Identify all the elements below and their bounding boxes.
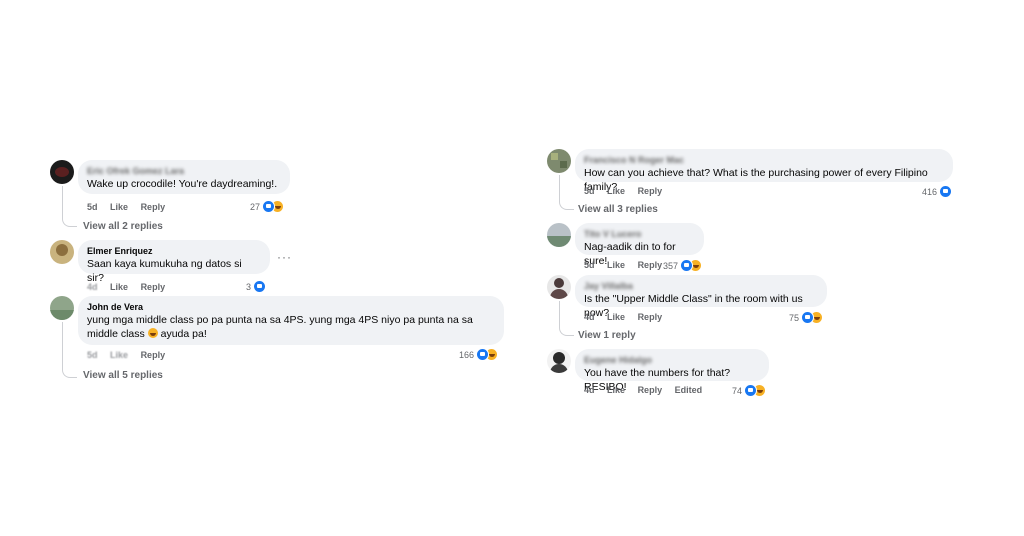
view-replies-link[interactable]: View 1 reply	[578, 330, 636, 341]
comment-author[interactable]: Eric Ofrek Gomez Lara	[87, 165, 281, 177]
comment-timestamp[interactable]: 4d	[87, 282, 98, 292]
comment-timestamp[interactable]: 5d	[584, 186, 595, 196]
reaction-count: 27	[250, 201, 261, 212]
comment-author[interactable]: Francisco N Roger Mac	[584, 154, 944, 166]
more-options-button[interactable]: ···	[277, 250, 292, 264]
reaction-summary[interactable]: 75	[789, 311, 824, 324]
comment-text: yung mga middle class po pa punta na sa …	[87, 314, 473, 326]
comment-actions: 4d Like Reply Edited	[584, 385, 712, 395]
like-reaction-icon	[801, 311, 815, 324]
like-reaction-icon	[939, 185, 953, 198]
reply-button[interactable]: Reply	[638, 260, 663, 270]
comment-bubble: Francisco N Roger Mac How can you achiev…	[575, 149, 953, 193]
avatar[interactable]	[547, 149, 571, 173]
comment-author[interactable]: Tito V Lucero	[584, 228, 695, 240]
reply-thread-line	[559, 175, 574, 210]
comment-actions: 4d Like Reply	[584, 312, 672, 322]
comment-actions: 5d Like Reply	[584, 260, 672, 270]
comment-item: Eugene Hidalgo You have the numbers for …	[547, 349, 957, 401]
comment-item: Francisco N Roger Mac How can you achiev…	[547, 149, 957, 219]
comment-text-continued: middle class ayuda pa!	[87, 327, 495, 341]
comment-author[interactable]: Jay Villalba	[584, 280, 818, 292]
view-replies-link[interactable]: View all 3 replies	[578, 204, 658, 215]
comment-bubble: Jay Villalba Is the "Upper Middle Class"…	[575, 275, 827, 319]
comment-item: Elmer Enriquez Saan kaya kumukuha ng dat…	[50, 240, 510, 296]
like-button[interactable]: Like	[607, 312, 625, 322]
comment-timestamp[interactable]: 5d	[584, 260, 595, 270]
comment-text: Wake up crocodile! You're daydreaming!.	[87, 178, 278, 190]
comment-text: Saan kaya kumukuha ng datos si sir?	[87, 258, 242, 284]
reaction-count: 416	[922, 186, 938, 197]
reply-button[interactable]: Reply	[141, 282, 166, 292]
reaction-summary[interactable]: 3	[246, 280, 267, 293]
like-button[interactable]: Like	[607, 385, 625, 395]
right-comment-thread: Francisco N Roger Mac How can you achiev…	[547, 149, 957, 399]
comment-actions: 4d Like Reply	[87, 282, 175, 292]
comment-text-part: middle class	[87, 328, 145, 340]
avatar[interactable]	[50, 160, 74, 184]
comment-item: Tito V Lucero Nag-aadik din to for sure!…	[547, 223, 957, 275]
reply-button[interactable]: Reply	[638, 186, 663, 196]
comment-timestamp[interactable]: 4d	[584, 312, 595, 322]
reaction-count: 357	[663, 260, 679, 271]
comment-item: Eric Ofrek Gomez Lara Wake up crocodile!…	[50, 160, 510, 240]
view-replies-link[interactable]: View all 5 replies	[83, 370, 163, 381]
comment-bubble: Elmer Enriquez Saan kaya kumukuha ng dat…	[78, 240, 270, 284]
reaction-summary[interactable]: 416	[922, 185, 953, 198]
comment-actions: 5d Like Reply	[87, 350, 175, 360]
comment-author[interactable]: Eugene Hidalgo	[584, 354, 760, 366]
edited-label[interactable]: Edited	[675, 385, 703, 395]
reaction-summary[interactable]: 357	[663, 259, 703, 272]
reply-thread-line	[559, 301, 574, 336]
comment-bubble: Eric Ofrek Gomez Lara Wake up crocodile!…	[78, 160, 290, 194]
like-button[interactable]: Like	[607, 186, 625, 196]
reaction-count: 3	[246, 281, 252, 292]
reply-button[interactable]: Reply	[141, 202, 166, 212]
view-replies-link[interactable]: View all 2 replies	[83, 221, 163, 232]
comment-actions: 5d Like Reply	[584, 186, 672, 196]
avatar[interactable]	[547, 275, 571, 299]
left-comment-thread: Eric Ofrek Gomez Lara Wake up crocodile!…	[50, 160, 510, 390]
reply-button[interactable]: Reply	[638, 385, 663, 395]
avatar[interactable]	[547, 349, 571, 373]
reaction-summary[interactable]: 27	[250, 200, 285, 213]
comment-bubble: Eugene Hidalgo You have the numbers for …	[575, 349, 769, 393]
like-reaction-icon	[744, 384, 758, 397]
like-reaction-icon	[680, 259, 694, 272]
reaction-count: 74	[732, 385, 743, 396]
avatar[interactable]	[50, 296, 74, 320]
reaction-count: 75	[789, 312, 800, 323]
reaction-summary[interactable]: 166	[459, 348, 499, 361]
avatar[interactable]	[50, 240, 74, 264]
comment-author[interactable]: John de Vera	[87, 301, 495, 313]
avatar[interactable]	[547, 223, 571, 247]
like-reaction-icon	[476, 348, 490, 361]
like-reaction-icon	[253, 280, 267, 293]
comment-author[interactable]: Elmer Enriquez	[87, 245, 261, 257]
like-button[interactable]: Like	[110, 202, 128, 212]
comment-bubble: John de Vera yung mga middle class po pa…	[78, 296, 504, 345]
comment-bubble: Tito V Lucero Nag-aadik din to for sure!	[575, 223, 704, 267]
reaction-summary[interactable]: 74	[732, 384, 767, 397]
comment-actions: 5d Like Reply	[87, 202, 175, 212]
like-button[interactable]: Like	[607, 260, 625, 270]
reply-button[interactable]: Reply	[638, 312, 663, 322]
reply-thread-line	[62, 186, 77, 227]
laughing-emoji-icon	[147, 328, 158, 338]
like-button[interactable]: Like	[110, 282, 128, 292]
reply-button[interactable]: Reply	[141, 350, 166, 360]
like-reaction-icon	[262, 200, 276, 213]
comment-item: John de Vera yung mga middle class po pa…	[50, 296, 510, 390]
reply-thread-line	[62, 322, 77, 378]
comment-text-part: ayuda pa!	[160, 328, 207, 340]
reaction-count: 166	[459, 349, 475, 360]
like-button[interactable]: Like	[110, 350, 128, 360]
comment-timestamp[interactable]: 5d	[87, 202, 98, 212]
comment-timestamp[interactable]: 4d	[584, 385, 595, 395]
comment-timestamp[interactable]: 5d	[87, 350, 98, 360]
comment-item: Jay Villalba Is the "Upper Middle Class"…	[547, 275, 957, 347]
